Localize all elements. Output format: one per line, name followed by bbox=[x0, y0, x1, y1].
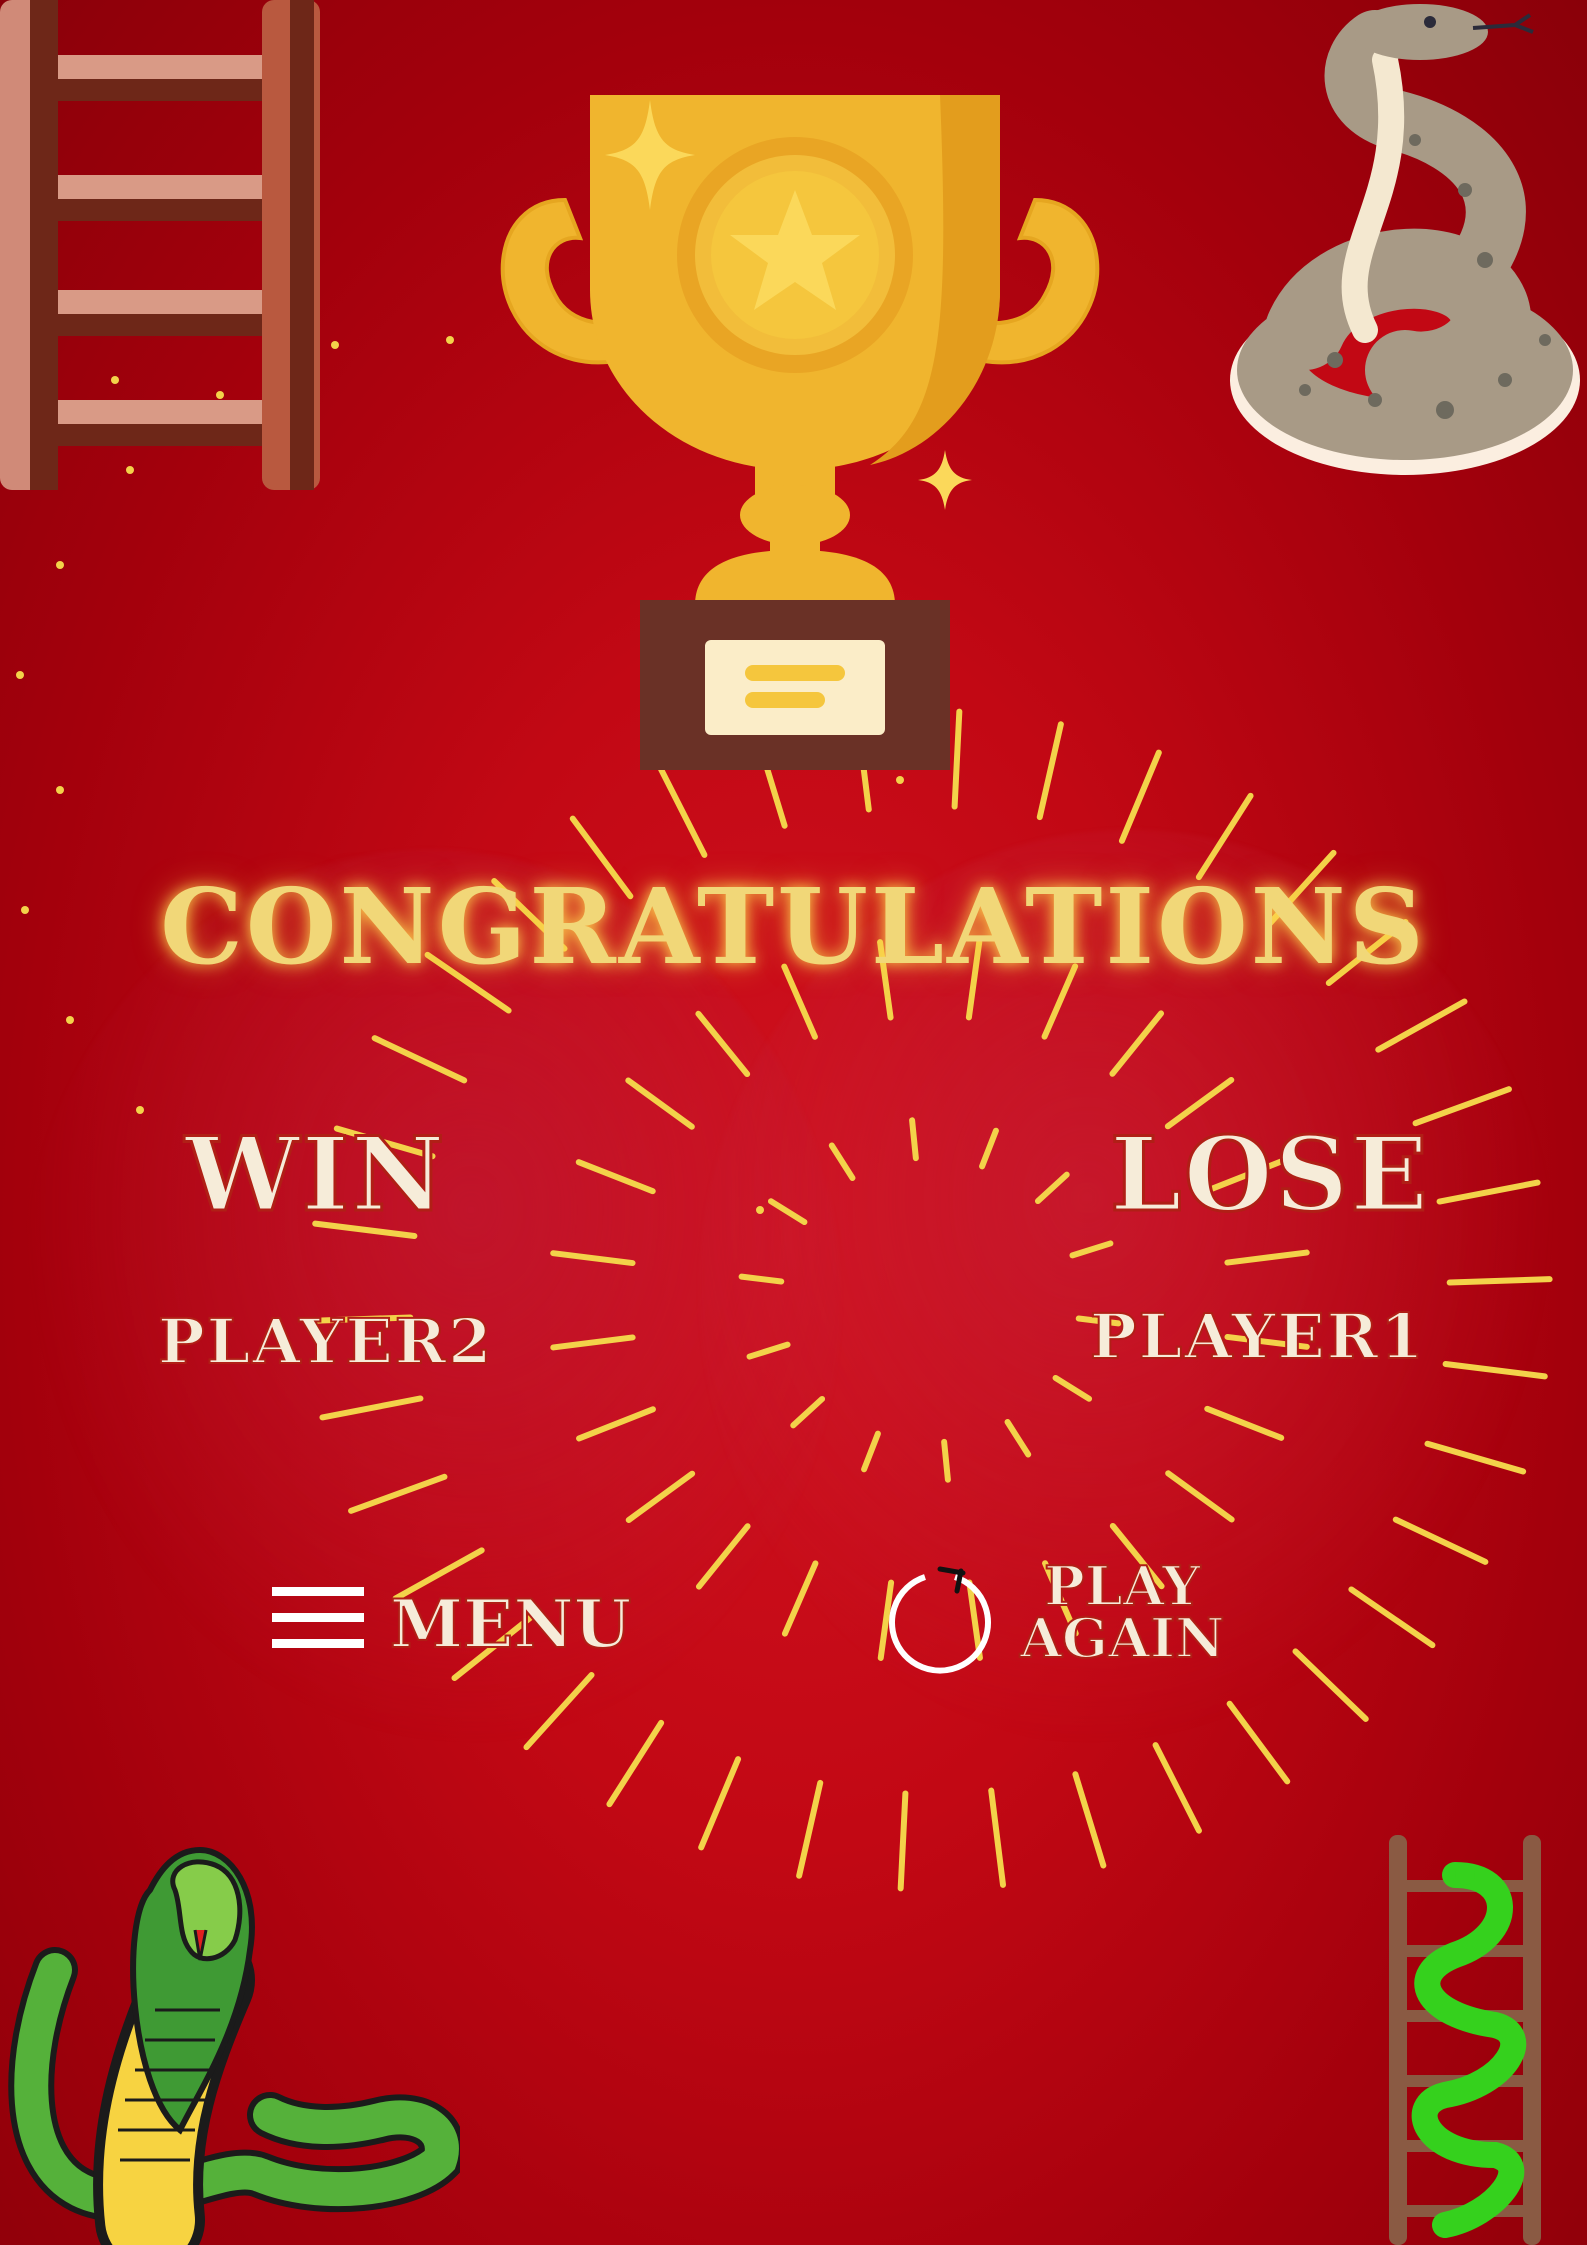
firework-ray bbox=[781, 1560, 819, 1637]
firework-ray bbox=[746, 1341, 791, 1360]
restart-icon bbox=[889, 1566, 991, 1674]
firework-ray bbox=[897, 1790, 909, 1892]
trophy-icon bbox=[500, 95, 1100, 770]
firework-ray bbox=[1375, 998, 1468, 1053]
firework-ray bbox=[738, 1273, 785, 1285]
firework-ray bbox=[1442, 1361, 1548, 1380]
sparkle-dot bbox=[56, 561, 64, 569]
firework-ray bbox=[348, 1473, 448, 1514]
firework-ray bbox=[319, 1395, 424, 1421]
ladder-icon bbox=[0, 0, 320, 490]
firework-ray bbox=[1004, 1418, 1032, 1458]
sparkle-dot bbox=[756, 1206, 764, 1214]
hamburger-icon bbox=[272, 1587, 364, 1651]
sparkle-dot bbox=[446, 336, 454, 344]
firework-ray bbox=[1152, 1742, 1202, 1834]
game-over-screen: CONGRATULATIONS WIN LOSE PLAYER2 PLAYER1… bbox=[0, 0, 1587, 2245]
sparkle-dot bbox=[56, 786, 64, 794]
firework-ray bbox=[1424, 1440, 1527, 1475]
win-label: WIN bbox=[184, 1114, 447, 1237]
play-again-line-1: PLAY bbox=[1043, 1554, 1201, 1618]
firework-ray bbox=[861, 1430, 881, 1473]
firework-ray bbox=[1165, 1470, 1235, 1523]
firework-ray bbox=[695, 1523, 751, 1590]
firework-ray bbox=[576, 1406, 656, 1442]
firework-ray bbox=[1034, 1171, 1070, 1205]
firework-ray bbox=[550, 1250, 636, 1267]
firework-ray bbox=[1109, 1010, 1165, 1077]
firework-ray bbox=[1224, 1249, 1310, 1266]
firework-ray bbox=[575, 1159, 656, 1195]
play-again-button[interactable]: PLAY AGAIN bbox=[885, 1554, 1245, 1680]
firework-ray bbox=[796, 1779, 824, 1879]
play-again-line-2: AGAIN bbox=[1019, 1606, 1226, 1670]
firework-ray bbox=[1069, 1240, 1114, 1259]
firework-ray bbox=[1072, 1771, 1107, 1869]
firework-ray bbox=[1052, 1374, 1093, 1402]
snake-ladder-icon bbox=[1389, 1835, 1541, 2245]
congratulations-heading: CONGRATULATIONS bbox=[160, 865, 1427, 988]
firework-ray bbox=[790, 1395, 826, 1429]
firework-ray bbox=[828, 1142, 856, 1182]
firework-ray bbox=[1226, 1700, 1291, 1785]
play-again-label: PLAY AGAIN bbox=[1019, 1554, 1226, 1670]
sparkle-dot bbox=[66, 1016, 74, 1024]
firework-ray bbox=[1436, 1179, 1541, 1205]
firework-ray bbox=[1392, 1516, 1489, 1565]
menu-button[interactable]: MENU bbox=[270, 1575, 640, 1665]
firework-ray bbox=[606, 1719, 665, 1808]
firework-ray bbox=[1204, 1405, 1285, 1441]
sparkle-dot bbox=[331, 341, 339, 349]
firework-ray bbox=[979, 1127, 999, 1170]
cobra-snake-icon bbox=[8, 1846, 460, 2245]
menu-button-label: MENU bbox=[389, 1584, 632, 1664]
firework-ray bbox=[523, 1672, 595, 1751]
firework-ray bbox=[941, 1438, 951, 1483]
firework-ray bbox=[1348, 1586, 1436, 1649]
firework-ray bbox=[1446, 1276, 1553, 1286]
firework-ray bbox=[695, 1010, 751, 1078]
firework-ray bbox=[550, 1334, 636, 1351]
firework-ray bbox=[767, 1198, 808, 1226]
firework-ray bbox=[698, 1756, 742, 1851]
winner-player-name: PLAYER2 bbox=[157, 1304, 494, 1379]
loser-player-name: PLAYER1 bbox=[1089, 1299, 1426, 1374]
firework-ray bbox=[371, 1035, 468, 1084]
sparkle-dot bbox=[16, 671, 24, 679]
firework-ray bbox=[625, 1470, 696, 1524]
firework-ray bbox=[1292, 1648, 1369, 1722]
firework-ray bbox=[909, 1117, 919, 1162]
coiled-snake-icon bbox=[1230, 4, 1580, 475]
firework-ray bbox=[625, 1077, 695, 1130]
firework-ray bbox=[988, 1787, 1007, 1888]
lose-label: LOSE bbox=[1109, 1114, 1430, 1237]
sparkle-dot bbox=[136, 1106, 144, 1114]
